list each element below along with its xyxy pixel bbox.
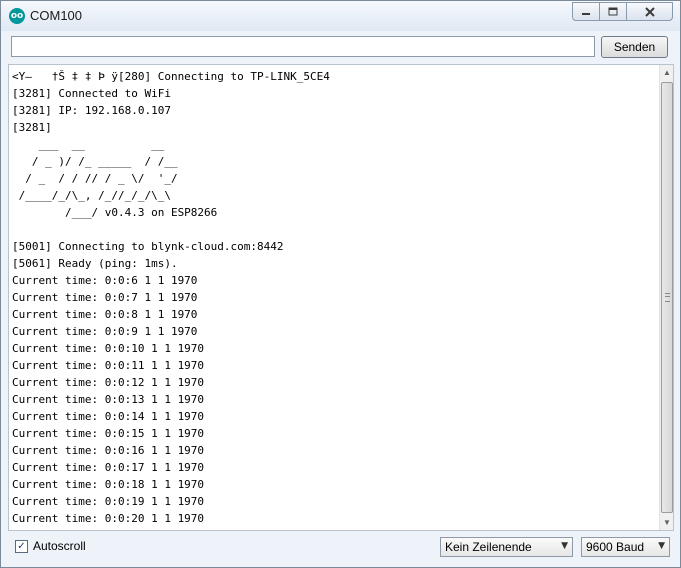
serial-monitor-window: oo COM100 Senden <Y— †Š ‡ ‡ Þ ÿ[280] Con…: [0, 0, 681, 568]
output-line: / _ / / // / _ \/ '_/: [12, 172, 178, 185]
autoscroll-checkbox[interactable]: ✓: [15, 540, 28, 553]
output-line: Current time: 0:0:18 1 1 1970: [12, 478, 205, 491]
scroll-down-arrow-icon[interactable]: ▼: [660, 515, 673, 530]
output-line: Current time: 0:0:20 1 1 1970: [12, 512, 205, 525]
send-button[interactable]: Senden: [601, 36, 668, 58]
baud-rate-value: 9600 Baud: [586, 540, 645, 554]
scroll-grip-icon: [665, 293, 670, 302]
output-line: Current time: 0:0:15 1 1 1970: [12, 427, 205, 440]
vertical-scrollbar[interactable]: ▲ ▼: [659, 65, 673, 530]
output-line: /____/_/\_, /_//_/_/\_\: [12, 189, 171, 202]
output-lines: <Y— †Š ‡ ‡ Þ ÿ[280] Connecting to TP-LIN…: [12, 68, 656, 527]
output-line: / _ )/ /_ _____ / /__: [12, 155, 178, 168]
output-line: Current time: 0:0:6 1 1 1970: [12, 274, 198, 287]
close-button[interactable]: [626, 2, 673, 21]
title-bar: oo COM100: [1, 1, 680, 31]
output-line: Current time: 0:0:9 1 1 1970: [12, 325, 198, 338]
output-line: [3281] IP: 192.168.0.107: [12, 104, 171, 117]
chevron-down-icon: ▼: [658, 541, 665, 551]
baud-rate-select[interactable]: 9600 Baud ▼: [581, 537, 670, 557]
output-line: [3281]: [12, 121, 52, 134]
output-line: ___ __ __: [12, 138, 165, 151]
serial-output[interactable]: <Y— †Š ‡ ‡ Þ ÿ[280] Connecting to TP-LIN…: [8, 64, 674, 531]
maximize-button[interactable]: [599, 2, 627, 21]
status-bar: ✓ Autoscroll Kein Zeilenende ▼ 9600 Baud…: [1, 533, 680, 565]
scroll-up-arrow-icon[interactable]: ▲: [660, 65, 673, 80]
chevron-down-icon: ▼: [561, 541, 568, 551]
output-line: Current time: 0:0:10 1 1 1970: [12, 342, 205, 355]
app-icon-glyph: oo: [10, 10, 24, 21]
output-line: [5001] Connecting to blynk-cloud.com:844…: [12, 240, 284, 253]
output-line: Current time: 0:0:12 1 1 1970: [12, 376, 205, 389]
output-line: Current time: 0:0:7 1 1 1970: [12, 291, 198, 304]
maximize-icon: [608, 7, 618, 16]
minimize-icon: [582, 12, 590, 15]
output-line: Current time: 0:0:14 1 1 1970: [12, 410, 205, 423]
send-row: Senden: [1, 31, 680, 63]
arduino-app-icon: oo: [9, 8, 25, 24]
output-line: Current time: 0:0:17 1 1 1970: [12, 461, 205, 474]
send-input[interactable]: [11, 36, 595, 57]
window-title: COM100: [30, 8, 83, 23]
output-line: Current time: 0:0:11 1 1 1970: [12, 359, 205, 372]
output-line: Current time: 0:0:16 1 1 1970: [12, 444, 205, 457]
output-line: /___/ v0.4.3 on ESP8266: [12, 206, 218, 219]
output-line: Current time: 0:0:19 1 1 1970: [12, 495, 205, 508]
output-line: Current time: 0:0:8 1 1 1970: [12, 308, 198, 321]
output-line: Current time: 0:0:13 1 1 1970: [12, 393, 205, 406]
output-line: [5061] Ready (ping: 1ms).: [12, 257, 178, 270]
output-line: <Y— †Š ‡ ‡ Þ ÿ[280] Connecting to TP-LIN…: [12, 70, 330, 83]
minimize-button[interactable]: [572, 2, 600, 21]
checkmark-icon: ✓: [17, 541, 26, 552]
line-ending-select[interactable]: Kein Zeilenende ▼: [440, 537, 573, 557]
close-icon: [644, 6, 655, 17]
output-line: [3281] Connected to WiFi: [12, 87, 171, 100]
autoscroll-label: Autoscroll: [33, 539, 86, 553]
scroll-thumb[interactable]: [661, 82, 673, 513]
line-ending-value: Kein Zeilenende: [445, 540, 532, 554]
